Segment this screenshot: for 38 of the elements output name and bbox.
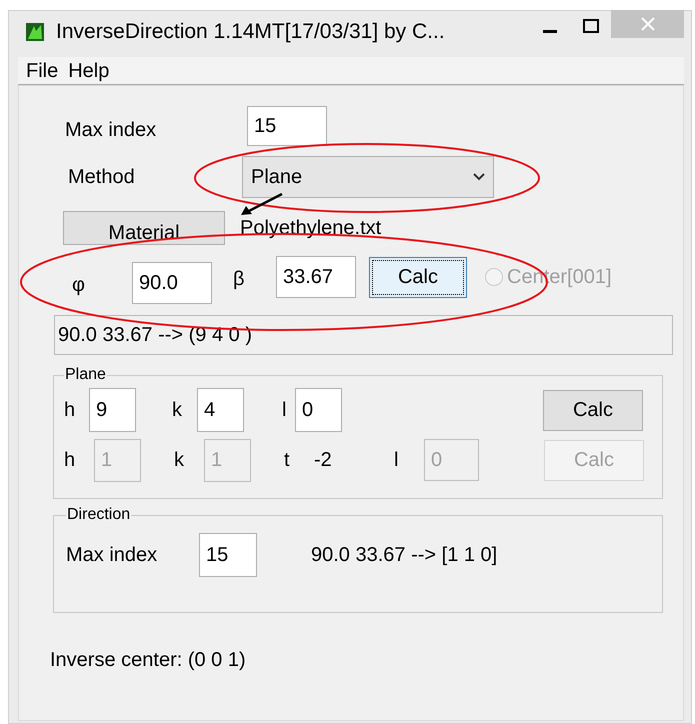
calc-button[interactable]: Calc	[369, 256, 467, 298]
phi-label: φ	[72, 273, 86, 298]
plane-legend: Plane	[64, 363, 107, 387]
close-icon	[640, 17, 654, 31]
window-title: InverseDirection 1.14MT[17/03/31] by C...	[56, 19, 445, 46]
maximize-icon[interactable]	[583, 19, 599, 33]
app-icon	[26, 23, 44, 41]
chevron-down-icon	[473, 173, 485, 181]
beta-label: β	[233, 267, 246, 292]
input-field[interactable]: 0	[295, 388, 342, 432]
minimize-icon[interactable]	[543, 30, 557, 34]
index-label: h	[64, 448, 76, 473]
index-label: l	[282, 398, 288, 423]
material-button[interactable]: Material	[63, 211, 225, 245]
menu-item[interactable]: Help	[68, 56, 110, 86]
input-field[interactable]: 33.67	[276, 256, 356, 298]
index-label: k	[174, 448, 185, 473]
input-field[interactable]: 9	[89, 388, 136, 432]
calc-button[interactable]: Calc	[543, 390, 643, 430]
method-dropdown[interactable]: Plane	[242, 156, 494, 198]
direction-result: 90.0 33.67 --> [1 1 0]	[311, 543, 498, 568]
index-label: l	[394, 448, 400, 473]
input-field[interactable]: 4	[197, 388, 244, 432]
max-index-label: Max index	[66, 543, 158, 568]
direction-legend: Direction	[66, 503, 132, 527]
index-value: -2	[314, 448, 332, 473]
menu-item[interactable]: File	[26, 56, 58, 86]
input-field[interactable]: 15	[199, 533, 257, 577]
status-text: Inverse center: (0 0 1)	[50, 648, 247, 673]
input-field[interactable]: 90.0	[132, 262, 212, 304]
material-file: Polyethylene.txt	[240, 216, 382, 241]
max-index-label: Max index	[65, 118, 158, 143]
index-label: k	[172, 398, 183, 423]
input-field[interactable]: 15	[247, 106, 327, 146]
annotation-arrow	[240, 192, 284, 216]
index-label: h	[64, 398, 76, 423]
method-label: Method	[68, 165, 136, 190]
index-label: t	[284, 448, 291, 473]
